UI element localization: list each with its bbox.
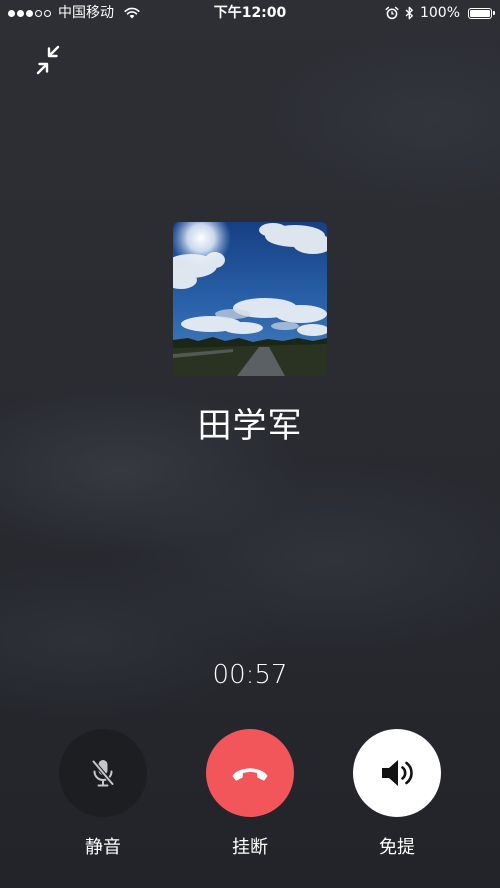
status-right: 100% [385,0,495,26]
call-duration: 00:57 [212,660,288,690]
hangup-control: 挂断 [206,729,294,859]
call-screen: 中国移动 下午12:00 100% 田学军 00:57 静音 挂断 免提 [0,0,500,888]
speaker-icon [382,760,413,786]
alarm-icon [385,6,399,20]
speaker-control: 免提 [353,729,441,859]
minimize-arrows-icon [36,45,60,75]
mute-label: 静音 [85,837,121,858]
hangup-button[interactable] [206,729,294,817]
microphone-off-icon [91,760,115,787]
caller-avatar [173,222,327,376]
mute-control: 静音 [59,729,147,859]
caller-name: 田学军 [197,406,303,446]
battery-icon [468,7,495,19]
speaker-label: 免提 [379,837,415,858]
status-bar: 中国移动 下午12:00 100% [0,0,500,26]
bluetooth-icon [405,6,413,20]
phone-hangup-icon [232,768,268,781]
minimize-button[interactable] [30,42,66,78]
mute-button[interactable] [59,729,147,817]
battery-percentage: 100% [419,5,460,21]
speaker-button[interactable] [353,729,441,817]
hangup-label: 挂断 [232,837,268,858]
